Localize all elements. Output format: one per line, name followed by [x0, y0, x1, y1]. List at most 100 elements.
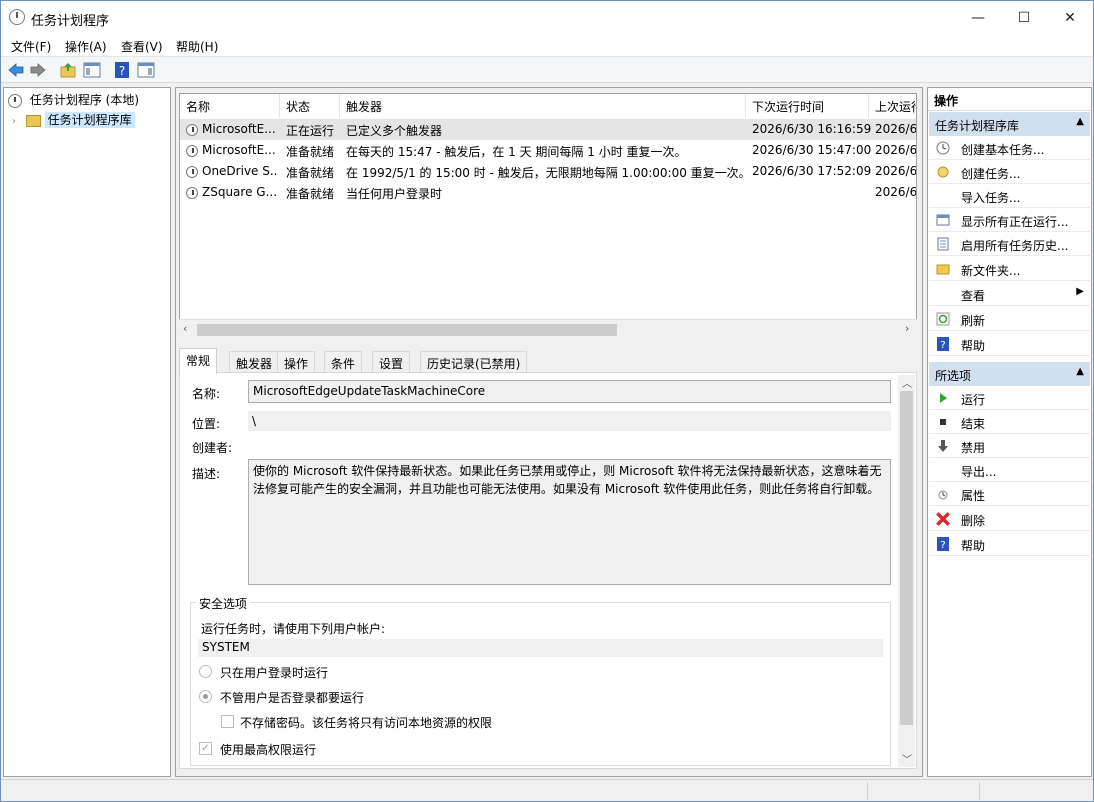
action-enable-history[interactable]: 启用所有任务历史... — [929, 232, 1090, 256]
status-divider — [867, 782, 868, 800]
back-arrow-icon[interactable] — [7, 61, 25, 79]
section-selected-item[interactable]: 所选项 ▲ — [929, 362, 1090, 386]
menu-view[interactable]: 查看(V) — [121, 38, 163, 55]
row-status: 准备就绪 — [286, 145, 335, 159]
general-tab-panel: 名称: MicrosoftEdgeUpdateTaskMachineCore 位… — [179, 372, 917, 769]
action-run[interactable]: 运行 — [929, 386, 1090, 410]
tab-settings[interactable]: 设置 — [372, 351, 411, 373]
action-import-task[interactable]: 导入任务... — [929, 184, 1090, 208]
table-row[interactable]: OneDrive S... 准备就绪 在 1992/5/1 的 15:00 时 … — [180, 161, 916, 182]
scroll-thumb[interactable] — [197, 324, 617, 336]
actions-header: 操作 — [928, 89, 1091, 111]
col-name[interactable]: 名称 — [180, 94, 280, 118]
window-title: 任务计划程序 — [31, 14, 110, 29]
col-status[interactable]: 状态 — [280, 94, 340, 118]
action-help[interactable]: ? 帮助 — [929, 332, 1090, 356]
col-last-run[interactable]: 上次运行 — [869, 94, 916, 118]
action-refresh[interactable]: 刷新 — [929, 307, 1090, 331]
col-next-run[interactable]: 下次运行时间 — [746, 94, 869, 118]
action-label: 删除 — [961, 514, 986, 528]
row-last: 2026/6/ — [875, 122, 917, 136]
action-delete[interactable]: 删除 — [929, 507, 1090, 531]
radio-whether-logged-on[interactable] — [199, 690, 212, 703]
scroll-up-icon[interactable]: ︿ — [902, 375, 912, 390]
delete-x-icon — [936, 512, 950, 526]
table-row[interactable]: MicrosoftE... 准备就绪 在每天的 15:47 - 触发后，在 1 … — [180, 140, 916, 161]
row-last: 2026/6/ — [875, 185, 917, 199]
tab-conditions[interactable]: 条件 — [324, 351, 363, 373]
show-action-pane-icon[interactable] — [137, 61, 155, 79]
row-trigger: 在每天的 15:47 - 触发后，在 1 天 期间每隔 1 小时 重复一次。 — [346, 145, 687, 159]
action-label: 刷新 — [961, 314, 986, 328]
location-field[interactable]: \ — [248, 411, 891, 431]
scroll-right-icon[interactable]: › — [905, 322, 909, 335]
action-label: 导入任务... — [961, 191, 1021, 205]
collapse-icon[interactable]: ▲ — [1076, 116, 1084, 127]
scroll-left-icon[interactable]: ‹ — [183, 322, 187, 335]
maximize-button[interactable]: ☐ — [1001, 1, 1047, 35]
action-export[interactable]: 导出... — [929, 458, 1090, 482]
menu-action[interactable]: 操作(A) — [65, 38, 107, 55]
action-help-selected[interactable]: ? 帮助 — [929, 532, 1090, 556]
run-icon — [940, 393, 947, 403]
task-clock-icon — [186, 165, 198, 178]
action-create-basic-task[interactable]: 创建基本任务... — [929, 136, 1090, 160]
action-view[interactable]: 查看 ▶ — [929, 282, 1090, 306]
col-trigger[interactable]: 触发器 — [340, 94, 746, 118]
collapse-icon[interactable]: ▲ — [1076, 366, 1084, 377]
highest-privileges-label: 使用最高权限运行 — [220, 743, 317, 757]
chevron-right-icon[interactable]: › — [12, 116, 16, 127]
help-icon[interactable]: ? — [113, 61, 131, 79]
action-disable[interactable]: 禁用 — [929, 434, 1090, 458]
show-hide-tree-icon[interactable] — [83, 61, 101, 79]
detail-tabs: 常规 触发器 操作 条件 设置 历史记录(已禁用) — [179, 347, 917, 374]
action-new-folder[interactable]: 新文件夹... — [929, 257, 1090, 281]
row-next: 2026/6/30 16:16:59 — [752, 122, 872, 136]
menu-file[interactable]: 文件(F) — [11, 38, 51, 55]
table-row[interactable]: ZSquare G... 准备就绪 当任何用户登录时 2026/6/ — [180, 182, 916, 203]
up-folder-icon[interactable] — [59, 61, 77, 79]
radio-logged-on[interactable] — [199, 665, 212, 678]
action-end[interactable]: 结束 — [929, 410, 1090, 434]
navigation-tree: 任务计划程序 (本地) › 任务计划程序库 — [3, 87, 171, 777]
list-horizontal-scrollbar[interactable]: ‹ › — [179, 319, 917, 339]
forward-arrow-icon[interactable] — [29, 61, 47, 79]
tree-item-library[interactable]: › 任务计划程序库 — [12, 111, 135, 128]
name-field[interactable]: MicrosoftEdgeUpdateTaskMachineCore — [248, 380, 891, 403]
tree-root[interactable]: 任务计划程序 (本地) — [8, 91, 139, 108]
action-label: 属性 — [961, 489, 986, 503]
minimize-button[interactable]: — — [955, 1, 1001, 35]
stop-icon — [940, 419, 946, 425]
tab-actions[interactable]: 操作 — [277, 351, 316, 373]
tab-triggers[interactable]: 触发器 — [229, 351, 280, 373]
action-label: 查看 — [961, 289, 986, 303]
no-store-password-checkbox[interactable] — [221, 715, 234, 728]
action-label: 运行 — [961, 393, 986, 407]
table-row[interactable]: MicrosoftE... 正在运行 已定义多个触发器 2026/6/30 16… — [180, 119, 916, 140]
scroll-down-icon[interactable]: ﹀ — [902, 751, 912, 766]
action-label: 帮助 — [961, 339, 986, 353]
section-library[interactable]: 任务计划程序库 ▲ — [929, 112, 1090, 136]
action-label: 显示所有正在运行... — [961, 215, 1069, 229]
tab-history[interactable]: 历史记录(已禁用) — [420, 351, 528, 373]
action-properties[interactable]: 属性 — [929, 482, 1090, 506]
status-divider — [979, 782, 980, 800]
action-create-task[interactable]: 创建任务... — [929, 160, 1090, 184]
name-label: 名称: — [192, 387, 221, 401]
toolbar: ? — [1, 57, 1093, 83]
details-vertical-scrollbar[interactable]: ︿ ﹀ — [898, 375, 915, 767]
description-field[interactable]: 使你的 Microsoft 软件保持最新状态。如果此任务已禁用或停止，则 Mic… — [248, 459, 891, 585]
scroll-thumb[interactable] — [900, 391, 913, 725]
highest-privileges-checkbox[interactable]: ✓ — [199, 742, 212, 755]
action-show-running[interactable]: 显示所有正在运行... — [929, 208, 1090, 232]
refresh-icon — [936, 312, 950, 326]
no-store-password-label: 不存储密码。该任务将只有访问本地资源的权限 — [240, 716, 493, 730]
action-label: 启用所有任务历史... — [961, 239, 1069, 253]
action-label: 结束 — [961, 417, 986, 431]
close-button[interactable]: ✕ — [1047, 1, 1093, 35]
title-bar: 任务计划程序 — ☐ ✕ — [1, 1, 1093, 35]
tab-general[interactable]: 常规 — [179, 348, 218, 374]
menu-help[interactable]: 帮助(H) — [176, 38, 218, 55]
svg-text:?: ? — [940, 340, 945, 351]
row-next: 2026/6/30 17:52:09 — [752, 164, 872, 178]
